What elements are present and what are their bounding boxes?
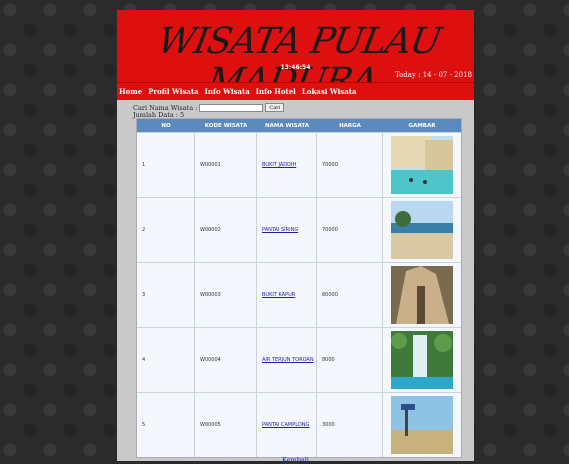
header-harga: HARGA <box>339 122 361 129</box>
wisata-photo <box>391 331 453 389</box>
wisata-photo <box>391 201 453 259</box>
cell-harga: 70000 <box>317 133 383 197</box>
nav-info-hotel[interactable]: Info Hotel <box>256 87 296 96</box>
cell-kode: W00001 <box>195 133 257 197</box>
wisata-link[interactable]: PANTAI SIRING <box>262 227 298 233</box>
cell-nama: PANTAI SIRING <box>257 198 317 262</box>
wisata-link[interactable]: BUKIT JADDIH <box>262 162 296 168</box>
cell-kode: W00005 <box>195 393 257 457</box>
back-link[interactable]: Kembali <box>282 456 309 464</box>
wisata-link[interactable]: PANTAI CAMPLONG <box>262 422 309 428</box>
cell-nama: PANTAI CAMPLONG <box>257 393 317 457</box>
footer: Kembali <box>117 456 474 464</box>
search-input[interactable] <box>199 103 264 112</box>
table-header: NO KODE WISATA NAMA WISATA HARGA GAMBAR <box>137 119 461 132</box>
table-row: 3 W00003 BUKIT KAPUR 80000 <box>137 262 461 327</box>
wisata-photo <box>391 136 453 194</box>
header-gambar: GAMBAR <box>408 122 436 129</box>
table-row: 1 W00001 BUKIT JADDIH 70000 <box>137 132 461 197</box>
cell-harga: 80000 <box>317 263 383 327</box>
table-row: 2 W00002 PANTAI SIRING 70000 <box>137 197 461 262</box>
cell-gambar <box>383 198 461 262</box>
header-kode: KODE WISATA <box>204 122 248 129</box>
nav-lokasi-wisata[interactable]: Lokasi Wisata <box>302 87 357 96</box>
cell-no: 1 <box>137 133 195 197</box>
cell-gambar <box>383 393 461 457</box>
cell-nama: BUKIT JADDIH <box>257 133 317 197</box>
page-container: WISATA PULAU MADURA 13:46:54 Today : 14 … <box>117 10 474 464</box>
nav-profil-wisata[interactable]: Profil Wisata <box>148 87 198 96</box>
header-no: NO <box>161 122 171 129</box>
cell-kode: W00004 <box>195 328 257 392</box>
site-banner: WISATA PULAU MADURA 13:46:54 Today : 14 … <box>117 10 474 102</box>
cell-harga: 8000 <box>317 328 383 392</box>
wisata-photo <box>391 396 453 454</box>
search-button[interactable]: Cari <box>265 103 285 112</box>
cell-no: 3 <box>137 263 195 327</box>
cell-no: 4 <box>137 328 195 392</box>
wisata-link[interactable]: BUKIT KAPUR <box>262 292 295 298</box>
wisata-link[interactable]: AIR TERJUN TOROAN <box>262 357 314 363</box>
table-row: 4 W00004 AIR TERJUN TOROAN 8000 <box>137 327 461 392</box>
nav-home[interactable]: Home <box>119 87 142 96</box>
cell-kode: W00002 <box>195 198 257 262</box>
cell-gambar <box>383 263 461 327</box>
cell-nama: AIR TERJUN TOROAN <box>257 328 317 392</box>
header-nama: NAMA WISATA <box>265 122 309 129</box>
clock-text: 13:46:54 <box>280 64 311 71</box>
wisata-table: NO KODE WISATA NAMA WISATA HARGA GAMBAR … <box>136 118 462 458</box>
cell-no: 5 <box>137 393 195 457</box>
wisata-photo <box>391 266 453 324</box>
cell-nama: BUKIT KAPUR <box>257 263 317 327</box>
cell-harga: 3000 <box>317 393 383 457</box>
table-row: 5 W00005 PANTAI CAMPLONG 3000 <box>137 392 461 457</box>
cell-harga: 70000 <box>317 198 383 262</box>
today-date: Today : 14 - 07 - 2018 <box>394 71 472 79</box>
nav-info-wisata[interactable]: Info Wisata <box>205 87 250 96</box>
main-nav: Home Profil Wisata Info Wisata Info Hote… <box>117 82 474 100</box>
cell-kode: W00003 <box>195 263 257 327</box>
cell-gambar <box>383 328 461 392</box>
cell-gambar <box>383 133 461 197</box>
cell-no: 2 <box>137 198 195 262</box>
